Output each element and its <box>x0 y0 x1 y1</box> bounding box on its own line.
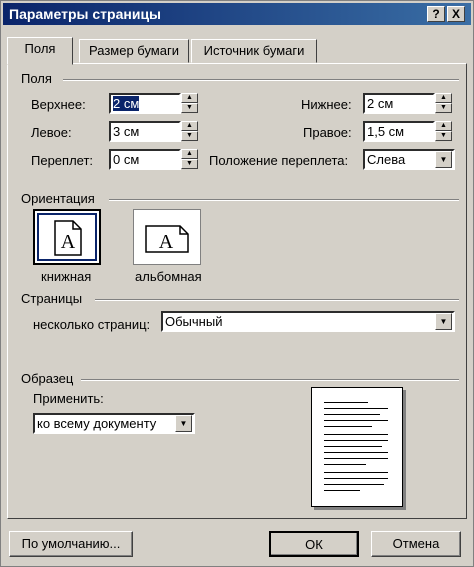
group-divider <box>81 379 459 381</box>
cancel-button[interactable]: Отмена <box>371 531 461 557</box>
default-button[interactable]: По умолчанию... <box>9 531 133 557</box>
bottom-margin-label: Нижнее: <box>301 97 352 112</box>
spin-down-icon[interactable]: ▼ <box>181 159 198 169</box>
gutter-field[interactable]: 0 см <box>109 149 181 170</box>
preview-text-line <box>324 478 388 479</box>
preview-text-line <box>324 484 384 485</box>
landscape-label[interactable]: альбомная <box>135 269 202 284</box>
tab-paper-source[interactable]: Источник бумаги <box>191 39 317 63</box>
left-margin-spinner[interactable]: ▲ ▼ <box>181 121 198 142</box>
left-margin-field[interactable]: 3 см <box>109 121 181 142</box>
chevron-down-icon[interactable]: ▼ <box>175 415 192 432</box>
spin-down-icon[interactable]: ▼ <box>435 103 452 113</box>
spin-down-icon[interactable]: ▼ <box>435 131 452 141</box>
right-margin-spinner[interactable]: ▲ ▼ <box>435 121 452 142</box>
portrait-button[interactable]: A <box>33 209 101 265</box>
bottom-margin-field[interactable]: 2 см <box>363 93 435 114</box>
spin-up-icon[interactable]: ▲ <box>181 149 198 159</box>
portrait-page-icon: A <box>54 220 82 256</box>
spin-up-icon[interactable]: ▲ <box>435 121 452 131</box>
preview-text-line <box>324 420 388 421</box>
preview-text-line <box>324 458 388 459</box>
gutter-label: Переплет: <box>31 153 94 168</box>
tab-margins[interactable]: Поля <box>7 37 73 65</box>
landscape-button[interactable]: A <box>133 209 201 265</box>
preview-text-line <box>324 434 388 435</box>
chevron-down-icon[interactable]: ▼ <box>435 313 452 330</box>
preview-text-line <box>324 408 388 409</box>
spin-up-icon[interactable]: ▲ <box>181 121 198 131</box>
right-margin-label: Правое: <box>303 125 352 140</box>
multiple-pages-label: несколько страниц: <box>33 317 151 332</box>
multiple-pages-select[interactable]: Обычный <box>161 311 455 332</box>
group-divider <box>95 299 459 301</box>
spin-down-icon[interactable]: ▼ <box>181 103 198 113</box>
chevron-down-icon[interactable]: ▼ <box>435 151 452 168</box>
right-margin-field[interactable]: 1,5 см <box>363 121 435 142</box>
preview-text-line <box>324 490 360 491</box>
preview-text-line <box>324 464 366 465</box>
left-margin-label: Левое: <box>31 125 72 140</box>
pages-group-label: Страницы <box>21 291 83 306</box>
group-divider <box>109 199 459 201</box>
svg-text:A: A <box>61 231 76 253</box>
apply-to-select[interactable]: ко всему документу <box>33 413 195 434</box>
svg-text:A: A <box>159 231 174 253</box>
preview-text-line <box>324 402 368 403</box>
preview-group-label: Образец <box>21 371 74 386</box>
spin-up-icon[interactable]: ▲ <box>181 93 198 103</box>
spin-down-icon[interactable]: ▼ <box>181 131 198 141</box>
portrait-label[interactable]: книжная <box>41 269 91 284</box>
preview-text-line <box>324 440 388 441</box>
bottom-margin-spinner[interactable]: ▲ ▼ <box>435 93 452 114</box>
landscape-page-icon: A <box>145 225 189 253</box>
spin-up-icon[interactable]: ▲ <box>435 93 452 103</box>
group-divider <box>63 79 459 81</box>
tab-paper-size[interactable]: Размер бумаги <box>79 39 189 63</box>
preview-text-line <box>324 414 380 415</box>
margins-group-label: Поля <box>21 71 52 86</box>
preview-text-line <box>324 452 388 453</box>
page-setup-dialog: Параметры страницы ? X Поля Размер бумаг… <box>0 0 474 567</box>
apply-to-label: Применить: <box>33 391 104 406</box>
help-button[interactable]: ? <box>427 6 445 22</box>
page-preview <box>311 387 403 507</box>
preview-text-line <box>324 446 382 447</box>
gutter-spinner[interactable]: ▲ ▼ <box>181 149 198 170</box>
title-bar: Параметры страницы ? X <box>3 3 471 25</box>
preview-text-line <box>324 426 372 427</box>
orientation-group-label: Ориентация <box>21 191 95 206</box>
ok-button[interactable]: ОК <box>269 531 359 557</box>
top-margin-field[interactable]: 2 см <box>109 93 181 114</box>
window-title: Параметры страницы <box>9 6 162 22</box>
top-margin-label: Верхнее: <box>31 97 86 112</box>
top-margin-spinner[interactable]: ▲ ▼ <box>181 93 198 114</box>
close-button[interactable]: X <box>447 6 465 22</box>
gutter-position-label: Положение переплета: <box>209 153 349 168</box>
preview-text-line <box>324 472 388 473</box>
